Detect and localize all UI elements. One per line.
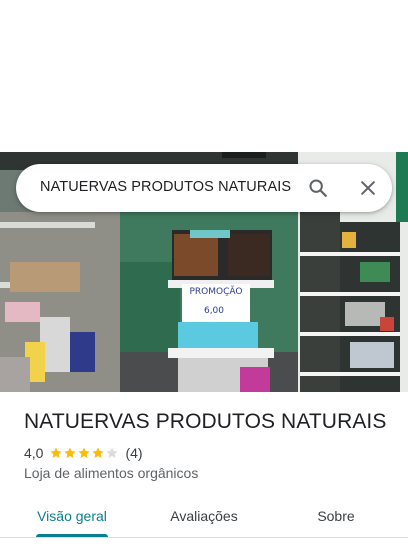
search-icon — [309, 179, 327, 197]
tab-reviews[interactable]: Avaliações — [154, 494, 254, 538]
star-rating — [49, 446, 119, 460]
review-count[interactable]: (4) — [125, 445, 142, 461]
place-category[interactable]: Loja de alimentos orgânicos — [24, 465, 198, 481]
rating-row[interactable]: 4,0 (4) — [24, 444, 143, 462]
rating-value: 4,0 — [24, 445, 44, 461]
top-blank-area — [0, 0, 408, 152]
star-filled-icon — [92, 447, 105, 458]
star-filled-icon — [50, 447, 63, 458]
search-bar[interactable]: NATUERVAS PRODUTOS NATURAIS — [16, 164, 392, 212]
tabs-divider — [0, 537, 408, 538]
promo-sign-text: PROMOÇÃO — [190, 286, 243, 297]
star-filled-icon — [64, 447, 77, 458]
clear-search-button[interactable] — [354, 174, 382, 202]
tab-about[interactable]: Sobre — [286, 494, 386, 538]
star-filled-icon — [78, 447, 91, 458]
search-button[interactable] — [304, 174, 332, 202]
search-input[interactable]: NATUERVAS PRODUTOS NATURAIS — [40, 179, 302, 195]
close-icon — [361, 181, 375, 195]
promo-price-text: 6,00 — [204, 306, 224, 316]
place-title: NATUERVAS PRODUTOS NATURAIS — [24, 410, 387, 433]
star-empty-icon — [106, 447, 119, 458]
place-tabs: Visão geral Avaliações Sobre — [0, 494, 408, 538]
tab-overview[interactable]: Visão geral — [22, 494, 122, 538]
